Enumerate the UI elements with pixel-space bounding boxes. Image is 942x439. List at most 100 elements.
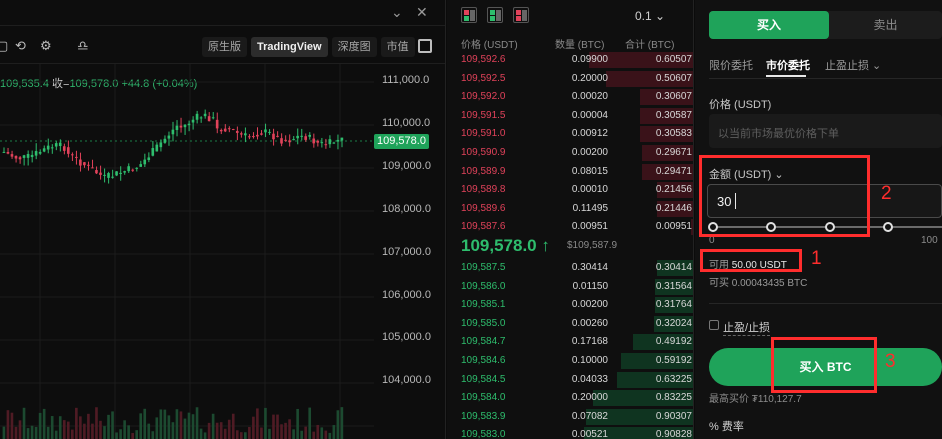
buy-sell-switch: 买入 卖出: [709, 11, 942, 39]
volume-bar: [276, 414, 279, 439]
candle-body: [115, 171, 118, 176]
tp-sl-label[interactable]: 止盈/止损: [723, 319, 771, 336]
ask-row[interactable]: 109,591.5 0.00004 0.30587: [447, 107, 693, 125]
bid-row[interactable]: 109,585.0 0.00260 0.32024: [447, 315, 693, 333]
tab-limit-order[interactable]: 限价委托: [709, 57, 753, 73]
gear-icon[interactable]: ⚙: [40, 39, 52, 53]
volume-bar: [292, 429, 295, 439]
candle-body: [26, 154, 30, 158]
candle-body: [280, 138, 283, 144]
candle-body: [139, 164, 143, 167]
indicator-icon[interactable]: ▢: [0, 39, 8, 53]
candle-body: [179, 125, 183, 128]
tab-native[interactable]: 原生版: [202, 37, 247, 57]
volume-bar: [131, 432, 134, 439]
ask-row[interactable]: 109,587.6 0.00951 0.00951: [447, 218, 693, 236]
order-price: 109,590.9: [461, 147, 506, 158]
both-sides-icon[interactable]: [461, 7, 477, 23]
volume-bar: [18, 420, 22, 439]
volume-bar: [244, 432, 247, 439]
order-price: 109,589.6: [461, 202, 506, 214]
candle-body: [248, 136, 251, 138]
order-total: 0.21446: [655, 202, 692, 214]
candle-body: [127, 166, 130, 172]
ask-row[interactable]: 109,589.6 0.11495 0.21446: [447, 200, 693, 218]
tab-tp-sl-order[interactable]: 止盈止损 ⌄: [825, 57, 881, 73]
candle-body: [14, 155, 18, 159]
order-total: 0.31764: [655, 299, 692, 311]
candle-body: [300, 135, 303, 137]
max-price-value: ₮110,127.7: [751, 394, 802, 405]
annotation-box-3: [771, 337, 877, 393]
tp-sl-checkbox[interactable]: [709, 320, 719, 330]
candle-body: [195, 113, 199, 120]
price-field[interactable]: 以当前市场最优价格下单: [709, 114, 942, 148]
volume-bar: [143, 408, 147, 439]
sell-tab[interactable]: 卖出: [829, 11, 942, 39]
candle-body: [227, 128, 231, 130]
volume-bar: [50, 416, 54, 439]
order-qty: 0.00010: [571, 184, 608, 196]
ask-row[interactable]: 109,591.0 0.00912 0.30583: [447, 125, 693, 143]
close-icon[interactable]: ✕: [416, 4, 428, 20]
bid-row[interactable]: 109,584.5 0.04033 0.63225: [447, 371, 693, 389]
volume-bar: [207, 422, 211, 439]
candle-body: [284, 139, 287, 141]
volume-bar: [58, 416, 62, 439]
bid-row[interactable]: 109,583.9 0.07082 0.90307: [447, 408, 693, 426]
order-price: 109,591.5: [461, 109, 506, 121]
volume-bar: [211, 413, 215, 439]
drawing-tools-icon[interactable]: ⟲: [15, 39, 26, 53]
fullscreen-icon[interactable]: [418, 39, 432, 53]
candle-body: [239, 133, 243, 135]
ask-row[interactable]: 109,592.0 0.00020 0.30607: [447, 88, 693, 106]
ask-row[interactable]: 109,589.8 0.00010 0.21456: [447, 181, 693, 199]
tick-size-select[interactable]: 0.1 ⌄: [635, 9, 665, 23]
order-price: 109,589.9: [461, 165, 506, 177]
ask-row[interactable]: 109,592.6 0.09900 0.60507: [447, 51, 693, 69]
tab-market-order[interactable]: 市价委托: [766, 57, 810, 73]
ask-row[interactable]: 109,589.9 0.08015 0.29471: [447, 163, 693, 181]
volume-bar: [296, 408, 299, 439]
slider-max-label: 100: [921, 235, 938, 246]
volume-bar: [147, 423, 151, 439]
fee-rate[interactable]: % 费率: [709, 418, 744, 434]
annotation-number-3: 3: [885, 351, 896, 372]
order-qty: 0.11495: [572, 202, 608, 214]
ask-row[interactable]: 109,590.9 0.00200 0.29671: [447, 144, 693, 162]
tab-tradingview[interactable]: TradingView: [251, 37, 328, 57]
volume-bar: [231, 413, 235, 439]
template-icon[interactable]: ♎: [77, 39, 89, 53]
order-qty: 0.00200: [571, 147, 608, 158]
candlestick-chart[interactable]: [0, 64, 374, 439]
bid-row[interactable]: 109,584.0 0.20000 0.83225: [447, 389, 693, 407]
candle-body: [71, 154, 74, 156]
tab-depth-chart[interactable]: 深度图: [331, 37, 377, 57]
candle-body: [62, 146, 66, 151]
slider-dot-75[interactable]: [883, 222, 893, 232]
collapse-icon[interactable]: ⌄: [391, 4, 403, 20]
asks-only-icon[interactable]: [513, 7, 529, 23]
buy-tab[interactable]: 买入: [709, 11, 829, 39]
candle-body: [272, 133, 275, 140]
order-qty: 0.07082: [571, 410, 608, 422]
bid-row[interactable]: 109,584.7 0.17168 0.49192: [447, 333, 693, 351]
order-qty: 0.10000: [571, 355, 608, 366]
bid-row[interactable]: 109,587.5 0.30414 0.30414: [447, 259, 693, 277]
bid-row[interactable]: 109,584.6 0.10000 0.59192: [447, 352, 693, 370]
candle-body: [2, 151, 6, 153]
volume-bar: [300, 430, 303, 439]
bid-row[interactable]: 109,586.0 0.01150 0.31564: [447, 278, 693, 296]
bid-row[interactable]: 109,585.1 0.00200 0.31764: [447, 296, 693, 314]
bids-only-icon[interactable]: [487, 7, 503, 23]
candle-body: [296, 135, 299, 139]
candle-body: [91, 167, 94, 169]
tab-market-cap[interactable]: 市值: [380, 37, 415, 57]
bid-row[interactable]: 109,583.0 0.00521 0.90828: [447, 426, 693, 439]
candle-body: [211, 117, 215, 119]
order-total: 0.32024: [655, 317, 692, 329]
order-price: 109,585.0: [461, 317, 506, 329]
ask-row[interactable]: 109,592.5 0.20000 0.50607: [447, 70, 693, 88]
order-total: 0.30583: [655, 128, 692, 140]
volume-bar: [111, 411, 114, 439]
